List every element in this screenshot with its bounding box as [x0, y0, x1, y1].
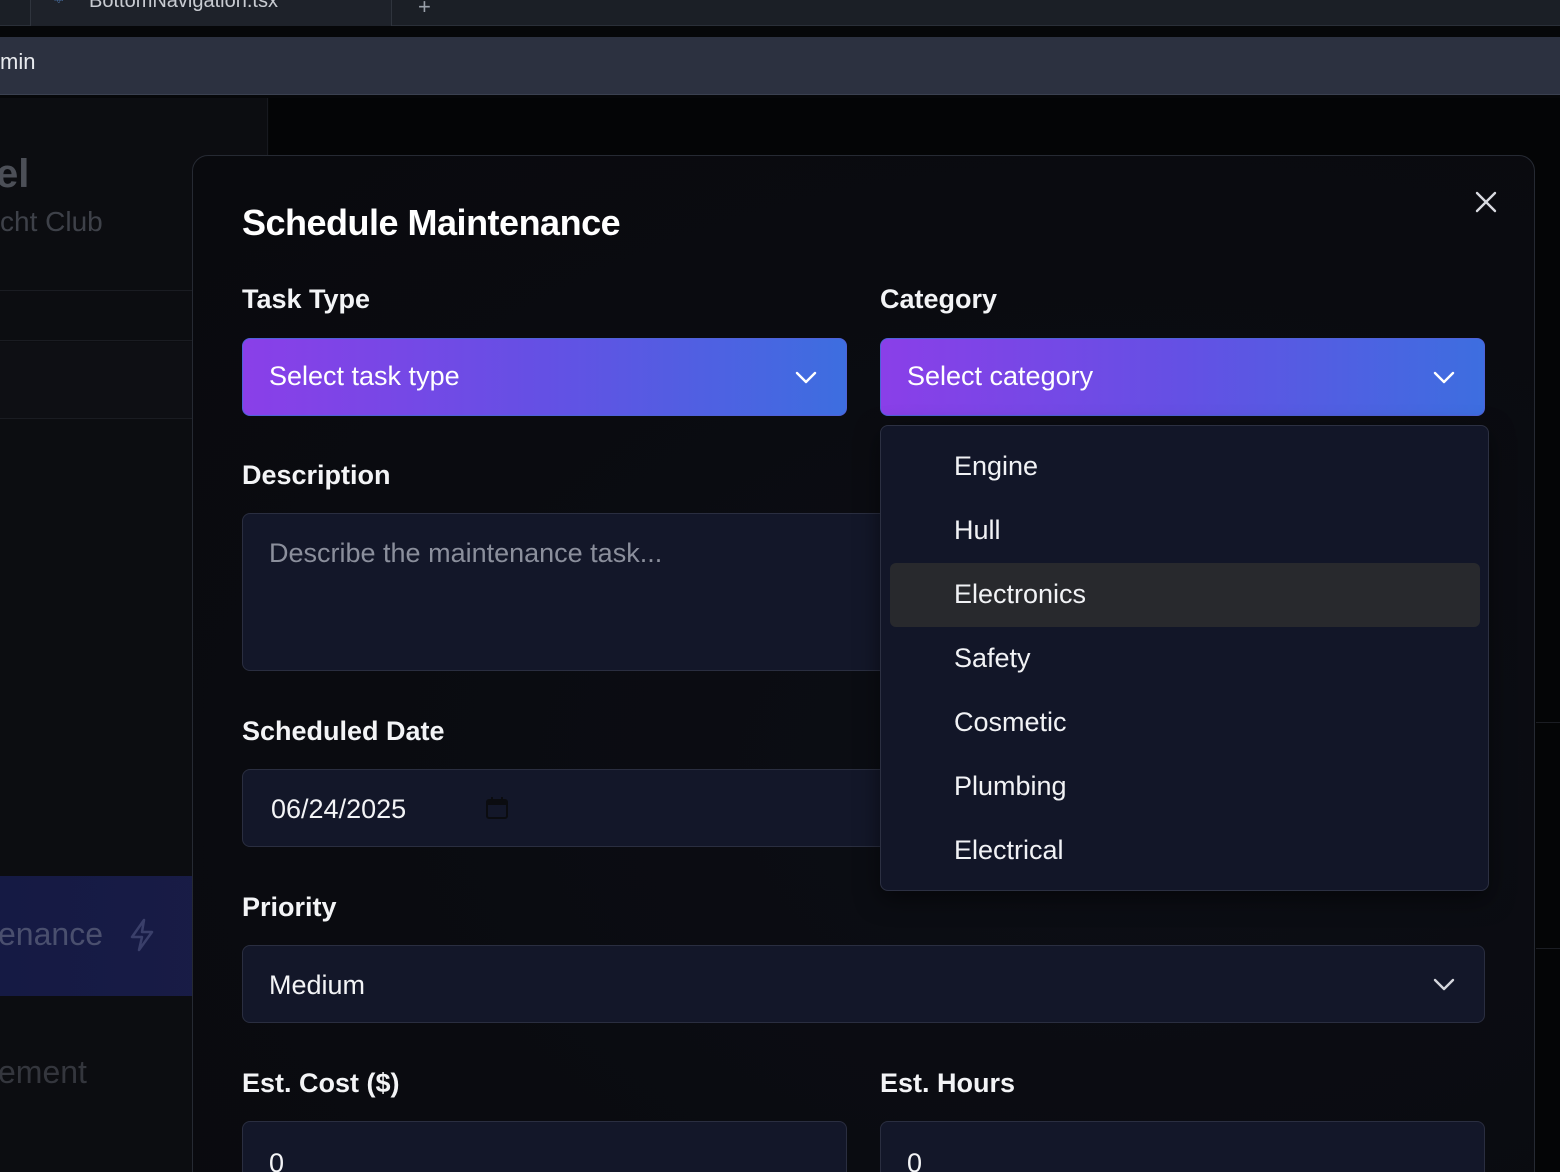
editor-tab-bar: ⚛ BottomNavigation.tsx +	[0, 0, 1560, 26]
sidebar-item-label: enance	[0, 916, 103, 952]
sidebar-item-label: ement	[0, 1054, 87, 1090]
description-placeholder: Describe the maintenance task...	[269, 538, 663, 568]
priority-label: Priority	[242, 892, 337, 922]
category-option-hull[interactable]: Hull	[890, 499, 1480, 563]
scheduled-date-label: Scheduled Date	[242, 716, 445, 746]
est-hours-input[interactable]: 0	[880, 1121, 1485, 1172]
option-label: Hull	[954, 515, 1001, 545]
option-label: Plumbing	[954, 771, 1067, 801]
description-label: Description	[242, 460, 391, 490]
option-label: Electronics	[954, 579, 1087, 609]
chevron-down-icon	[1433, 371, 1455, 384]
react-icon: ⚛	[53, 0, 69, 5]
category-option-electrical[interactable]: Electrical	[890, 819, 1480, 883]
close-button[interactable]	[1470, 188, 1502, 220]
priority-value: Medium	[269, 970, 366, 1000]
address-bar[interactable]: min	[0, 37, 1560, 95]
background-divider	[1536, 722, 1560, 723]
category-option-cosmetic[interactable]: Cosmetic	[890, 691, 1480, 755]
editor-tab[interactable]: ⚛ BottomNavigation.tsx	[30, 0, 392, 26]
lightning-icon	[128, 918, 156, 952]
calendar-icon[interactable]	[485, 796, 509, 825]
est-cost-input[interactable]: 0	[242, 1121, 847, 1172]
dialog-title: Schedule Maintenance	[242, 202, 621, 243]
vessel-subtitle: cht Club	[0, 206, 103, 237]
category-value: Select category	[907, 361, 1094, 391]
category-option-electronics[interactable]: Electronics	[890, 563, 1480, 627]
close-icon	[1475, 191, 1497, 218]
category-dropdown-menu: Engine Hull Electronics Safety Cosmetic …	[880, 425, 1489, 891]
task-type-value: Select task type	[269, 361, 460, 391]
category-option-safety[interactable]: Safety	[890, 627, 1480, 691]
chevron-down-icon	[1433, 978, 1455, 991]
est-hours-label: Est. Hours	[880, 1068, 1016, 1098]
est-hours-value: 0	[907, 1148, 923, 1172]
option-label: Safety	[954, 643, 1031, 673]
editor-tab-label: BottomNavigation.tsx	[89, 0, 278, 12]
scheduled-date-value: 06/24/2025	[271, 794, 407, 824]
address-text: min	[0, 49, 36, 74]
est-cost-label: Est. Cost ($)	[242, 1068, 400, 1098]
priority-select[interactable]: Medium	[242, 945, 1485, 1023]
background-divider	[1536, 948, 1560, 949]
category-option-plumbing[interactable]: Plumbing	[890, 755, 1480, 819]
task-type-select[interactable]: Select task type	[242, 338, 847, 416]
est-cost-value: 0	[269, 1148, 285, 1172]
option-label: Engine	[954, 451, 1039, 481]
task-type-label: Task Type	[242, 284, 371, 314]
option-label: Electrical	[954, 835, 1064, 865]
category-option-engine[interactable]: Engine	[890, 435, 1480, 499]
category-label: Category	[880, 284, 998, 314]
vessel-title: el	[0, 152, 30, 196]
chevron-down-icon	[795, 371, 817, 384]
new-tab-button[interactable]: +	[418, 0, 431, 20]
category-select[interactable]: Select category	[880, 338, 1485, 416]
option-label: Cosmetic	[954, 707, 1067, 737]
